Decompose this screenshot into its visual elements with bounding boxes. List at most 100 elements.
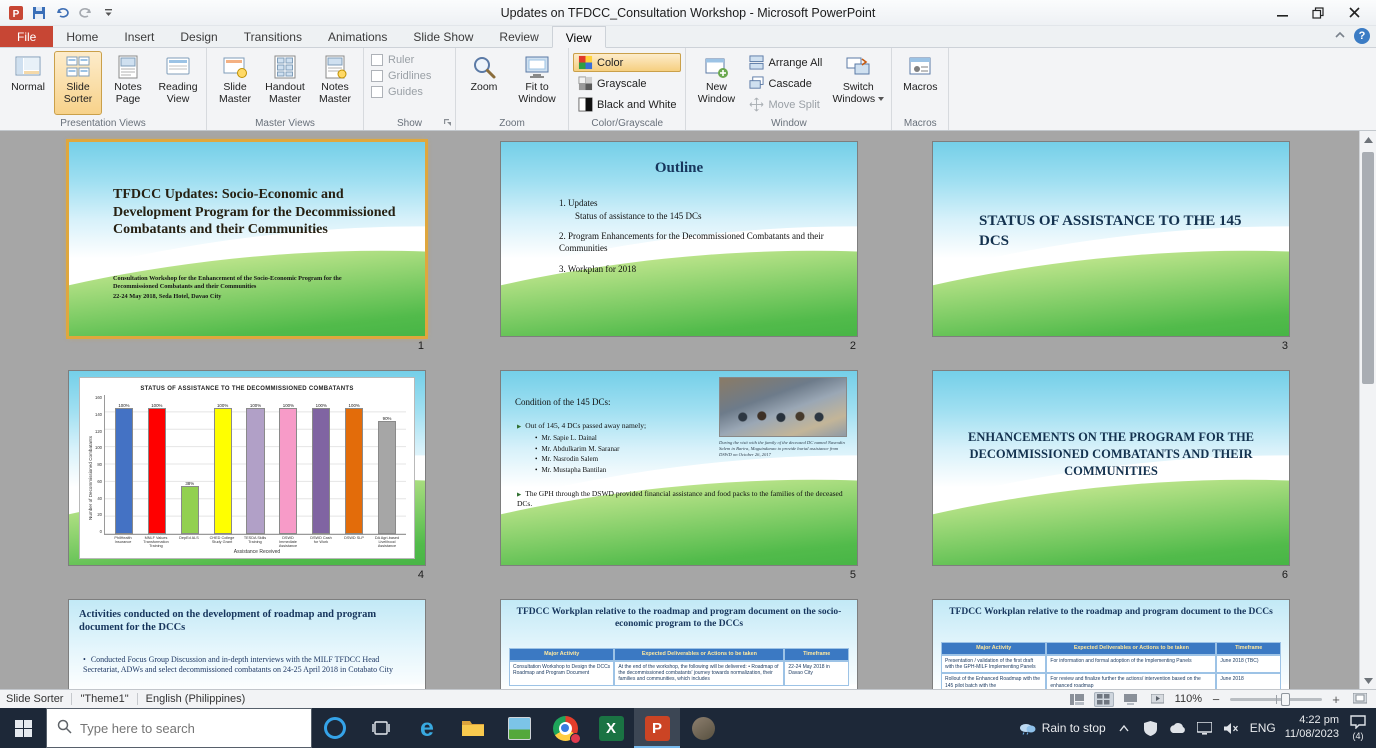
chart-category-label: DA Agri-based Livelihood Assistance bbox=[374, 536, 400, 548]
display-icon[interactable] bbox=[1196, 719, 1214, 737]
volume-icon[interactable] bbox=[1223, 719, 1241, 737]
new-window-button[interactable]: New Window bbox=[690, 51, 742, 115]
slide-thumbnail-6[interactable]: ENHANCEMENTS ON THE PROGRAM FOR THE DECO… bbox=[932, 370, 1290, 583]
restore-button[interactable] bbox=[1300, 2, 1336, 24]
vertical-scrollbar[interactable] bbox=[1359, 131, 1376, 689]
powerpoint-taskbar-icon[interactable]: P bbox=[634, 708, 680, 748]
defender-icon[interactable] bbox=[1142, 719, 1160, 737]
table-row: Presentation / validation of the first d… bbox=[941, 654, 1281, 674]
qat-customize-button[interactable] bbox=[98, 3, 118, 23]
normal-view-button[interactable]: Normal bbox=[4, 51, 52, 115]
table-header: Expected Deliverables or Actions to be t… bbox=[614, 648, 785, 661]
slide-thumbnail-5[interactable]: Condition of the 145 DCs: During the vis… bbox=[500, 370, 858, 583]
scroll-up-icon[interactable] bbox=[1360, 131, 1376, 148]
action-center-button[interactable]: (4) bbox=[1348, 714, 1368, 742]
zoom-out-button[interactable]: − bbox=[1209, 692, 1223, 706]
help-icon[interactable]: ? bbox=[1354, 28, 1370, 44]
fit-to-window-button[interactable]: Fit to Window bbox=[510, 51, 564, 115]
tab-design[interactable]: Design bbox=[167, 26, 230, 47]
zoom-level[interactable]: 110% bbox=[1175, 693, 1202, 705]
slide-thumbnail-7[interactable]: Activities conducted on the development … bbox=[68, 599, 426, 689]
status-language[interactable]: English (Philippines) bbox=[146, 693, 246, 705]
ruler-checkbox-row[interactable]: Ruler bbox=[368, 53, 434, 67]
guides-checkbox[interactable] bbox=[371, 86, 383, 98]
slide6-title: ENHANCEMENTS ON THE PROGRAM FOR THE DECO… bbox=[967, 430, 1255, 478]
tab-file[interactable]: File bbox=[0, 26, 54, 47]
handout-master-button[interactable]: Handout Master bbox=[261, 51, 309, 115]
taskbar-search[interactable] bbox=[46, 708, 312, 748]
slide-show-view-shortcut[interactable] bbox=[1148, 692, 1168, 707]
slide-sorter-button[interactable]: Slide Sorter bbox=[54, 51, 102, 115]
save-button[interactable] bbox=[29, 3, 49, 23]
switch-windows-button[interactable]: Switch Windows bbox=[829, 51, 887, 115]
scroll-down-icon[interactable] bbox=[1360, 672, 1376, 689]
move-split-button[interactable]: Move Split bbox=[744, 95, 827, 114]
normal-view-label: Normal bbox=[11, 81, 45, 93]
slide-thumbnail-3[interactable]: STATUS OF ASSISTANCE TO THE 145 DCS 3 bbox=[932, 141, 1290, 354]
app-icon[interactable] bbox=[680, 708, 726, 748]
search-input[interactable] bbox=[80, 720, 301, 736]
weather-widget[interactable]: Rain to stop bbox=[1018, 719, 1106, 737]
slide-thumbnail-1[interactable]: TFDCC Updates: Socio-Economic and Develo… bbox=[66, 139, 428, 354]
tab-animations[interactable]: Animations bbox=[315, 26, 400, 47]
hidden-icons-chevron[interactable] bbox=[1115, 719, 1133, 737]
arrange-all-button[interactable]: Arrange All bbox=[744, 53, 827, 72]
notes-master-button[interactable]: Notes Master bbox=[311, 51, 359, 115]
tab-slide-show[interactable]: Slide Show bbox=[400, 26, 486, 47]
cortana-button[interactable] bbox=[312, 708, 358, 748]
start-button[interactable] bbox=[0, 708, 46, 748]
ruler-checkbox[interactable] bbox=[371, 54, 383, 66]
gridlines-checkbox[interactable] bbox=[371, 70, 383, 82]
zoom-in-button[interactable]: + bbox=[1329, 692, 1343, 706]
redo-icon[interactable] bbox=[75, 3, 95, 23]
photos-icon[interactable] bbox=[496, 708, 542, 748]
macros-button[interactable]: Macros bbox=[896, 51, 944, 115]
edge-icon[interactable]: e bbox=[404, 708, 450, 748]
minimize-button[interactable] bbox=[1264, 2, 1300, 24]
arrange-all-icon bbox=[749, 55, 765, 70]
tab-transitions[interactable]: Transitions bbox=[231, 26, 315, 47]
undo-icon[interactable] bbox=[52, 3, 72, 23]
grayscale-button[interactable]: Grayscale bbox=[573, 74, 681, 93]
notes-page-button[interactable]: Notes Page bbox=[104, 51, 152, 115]
tab-insert[interactable]: Insert bbox=[111, 26, 167, 47]
slide-thumbnail-4[interactable]: STATUS OF ASSISTANCE TO THE DECOMMISSION… bbox=[68, 370, 426, 583]
cascade-button[interactable]: Cascade bbox=[744, 74, 827, 93]
normal-view-shortcut[interactable] bbox=[1067, 692, 1087, 707]
task-view-button[interactable] bbox=[358, 708, 404, 748]
tab-home[interactable]: Home bbox=[53, 26, 111, 47]
onedrive-icon[interactable] bbox=[1169, 719, 1187, 737]
color-button[interactable]: Color bbox=[573, 53, 682, 72]
taskbar-clock[interactable]: 4:22 pm 11/08/2023 bbox=[1285, 714, 1339, 742]
reading-view-shortcut[interactable] bbox=[1121, 692, 1141, 707]
file-explorer-icon[interactable] bbox=[450, 708, 496, 748]
slide-thumbnail-9[interactable]: TFDCC Workplan relative to the roadmap a… bbox=[932, 599, 1290, 689]
zoom-button[interactable]: Zoom bbox=[460, 51, 508, 115]
taskbar-date: 11/08/2023 bbox=[1284, 728, 1339, 740]
tab-view[interactable]: View bbox=[551, 26, 606, 48]
gridlines-checkbox-row[interactable]: Gridlines bbox=[368, 69, 434, 83]
reading-view-button[interactable]: Reading View bbox=[154, 51, 202, 115]
language-indicator[interactable]: ENG bbox=[1250, 721, 1276, 735]
notes-page-label: Notes Page bbox=[114, 81, 142, 105]
close-button[interactable] bbox=[1336, 2, 1372, 24]
fit-to-window-label: Fit to Window bbox=[518, 81, 556, 105]
slide-master-button[interactable]: Slide Master bbox=[211, 51, 259, 115]
table-row: Consultation Workshop to Design the DCCs… bbox=[509, 660, 849, 686]
tab-review[interactable]: Review bbox=[486, 26, 551, 47]
scrollbar-track[interactable] bbox=[1360, 148, 1376, 672]
chrome-icon[interactable] bbox=[542, 708, 588, 748]
move-split-icon bbox=[749, 97, 764, 112]
zoom-slider[interactable] bbox=[1230, 692, 1322, 706]
fit-slide-to-window-button[interactable] bbox=[1350, 692, 1370, 707]
slide-thumbnail-8[interactable]: TFDCC Workplan relative to the roadmap a… bbox=[500, 599, 858, 689]
black-and-white-button[interactable]: Black and White bbox=[573, 95, 681, 114]
guides-checkbox-row[interactable]: Guides bbox=[368, 85, 434, 99]
black-and-white-label: Black and White bbox=[597, 98, 677, 111]
zoom-slider-thumb[interactable] bbox=[1280, 692, 1290, 706]
excel-icon[interactable]: X bbox=[588, 708, 634, 748]
scrollbar-thumb[interactable] bbox=[1362, 152, 1374, 384]
slide-thumbnail-2[interactable]: Outline 1. Updates Status of assistance … bbox=[500, 141, 858, 354]
minimize-ribbon-icon[interactable] bbox=[1334, 29, 1346, 44]
slide-sorter-view-shortcut[interactable] bbox=[1093, 691, 1114, 707]
